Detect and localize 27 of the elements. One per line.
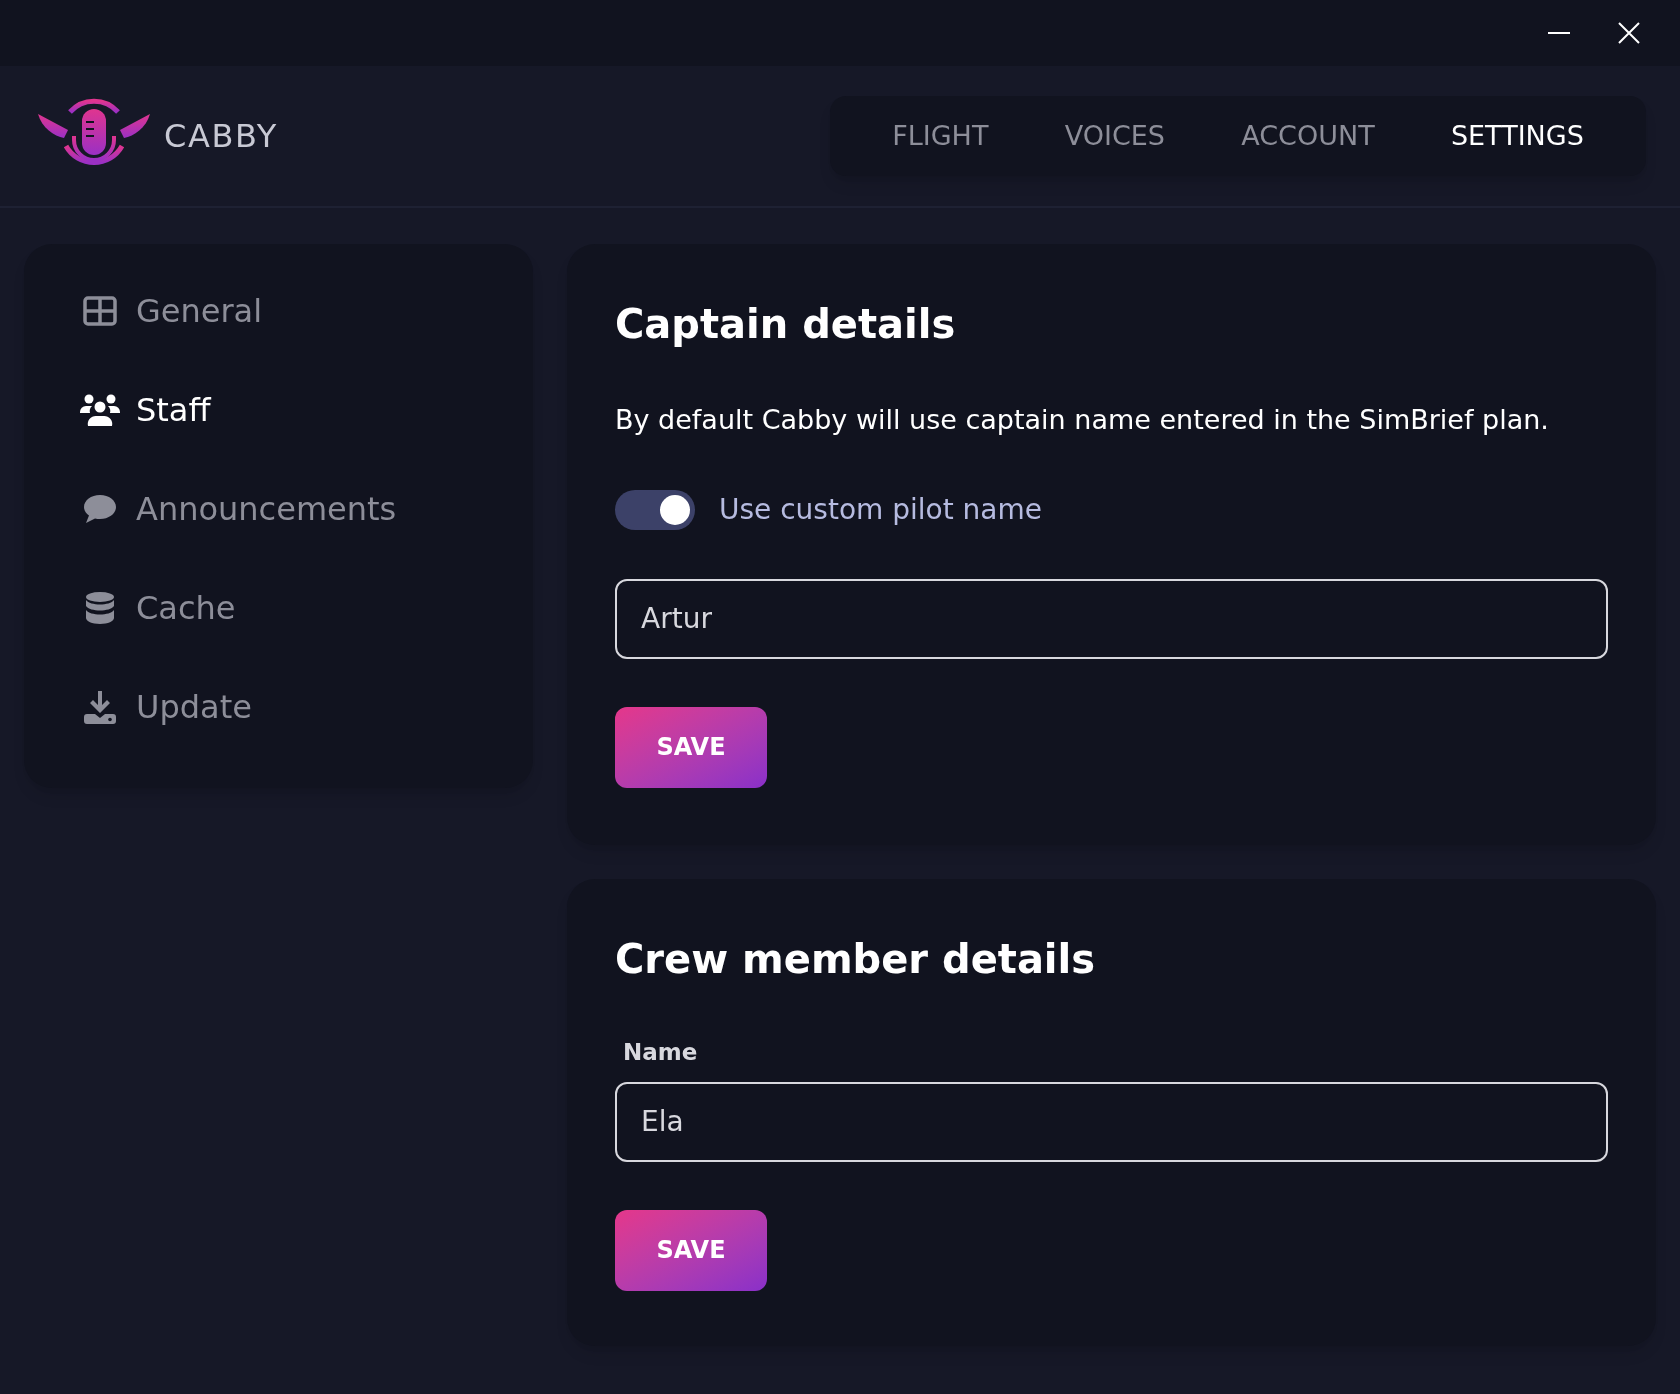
nav-tab[interactable]: FLIGHT	[892, 115, 989, 157]
brand-name: CABBY	[164, 116, 278, 157]
nav-tab[interactable]: ACCOUNT	[1241, 115, 1375, 157]
nav-tab[interactable]: VOICES	[1064, 115, 1165, 157]
speech-bubble-icon	[83, 493, 117, 524]
minimize-icon[interactable]	[1548, 31, 1570, 35]
sidebar-item[interactable]: Cache	[80, 581, 533, 634]
grid-icon	[83, 295, 117, 326]
sidebar-item[interactable]: Announcements	[80, 482, 533, 535]
download-icon	[83, 689, 117, 724]
users-icon	[80, 392, 120, 427]
close-icon[interactable]	[1618, 22, 1640, 44]
field-label: Name	[623, 1038, 699, 1067]
save-button[interactable]: SAVE	[615, 1209, 767, 1291]
toggle-switch[interactable]	[615, 489, 695, 530]
section-title: Captain details	[615, 300, 957, 349]
sidebar-item[interactable]: Staff	[80, 383, 533, 436]
pilot-name-field[interactable]: Artur	[615, 578, 1608, 659]
database-icon	[85, 590, 115, 625]
toggle-label: Use custom pilot name	[719, 491, 1042, 528]
section-title: Crew member details	[615, 935, 1097, 984]
description-text: By default Cabby will use captain name entered in the SimBrief plan.	[615, 403, 1550, 437]
sidebar-item[interactable]: General	[80, 284, 533, 337]
crew-name-field[interactable]: Ela	[615, 1081, 1608, 1162]
nav-tab[interactable]: SETTINGS	[1450, 115, 1584, 157]
save-button[interactable]: SAVE	[615, 706, 767, 788]
sidebar-item[interactable]: Update	[80, 680, 533, 733]
